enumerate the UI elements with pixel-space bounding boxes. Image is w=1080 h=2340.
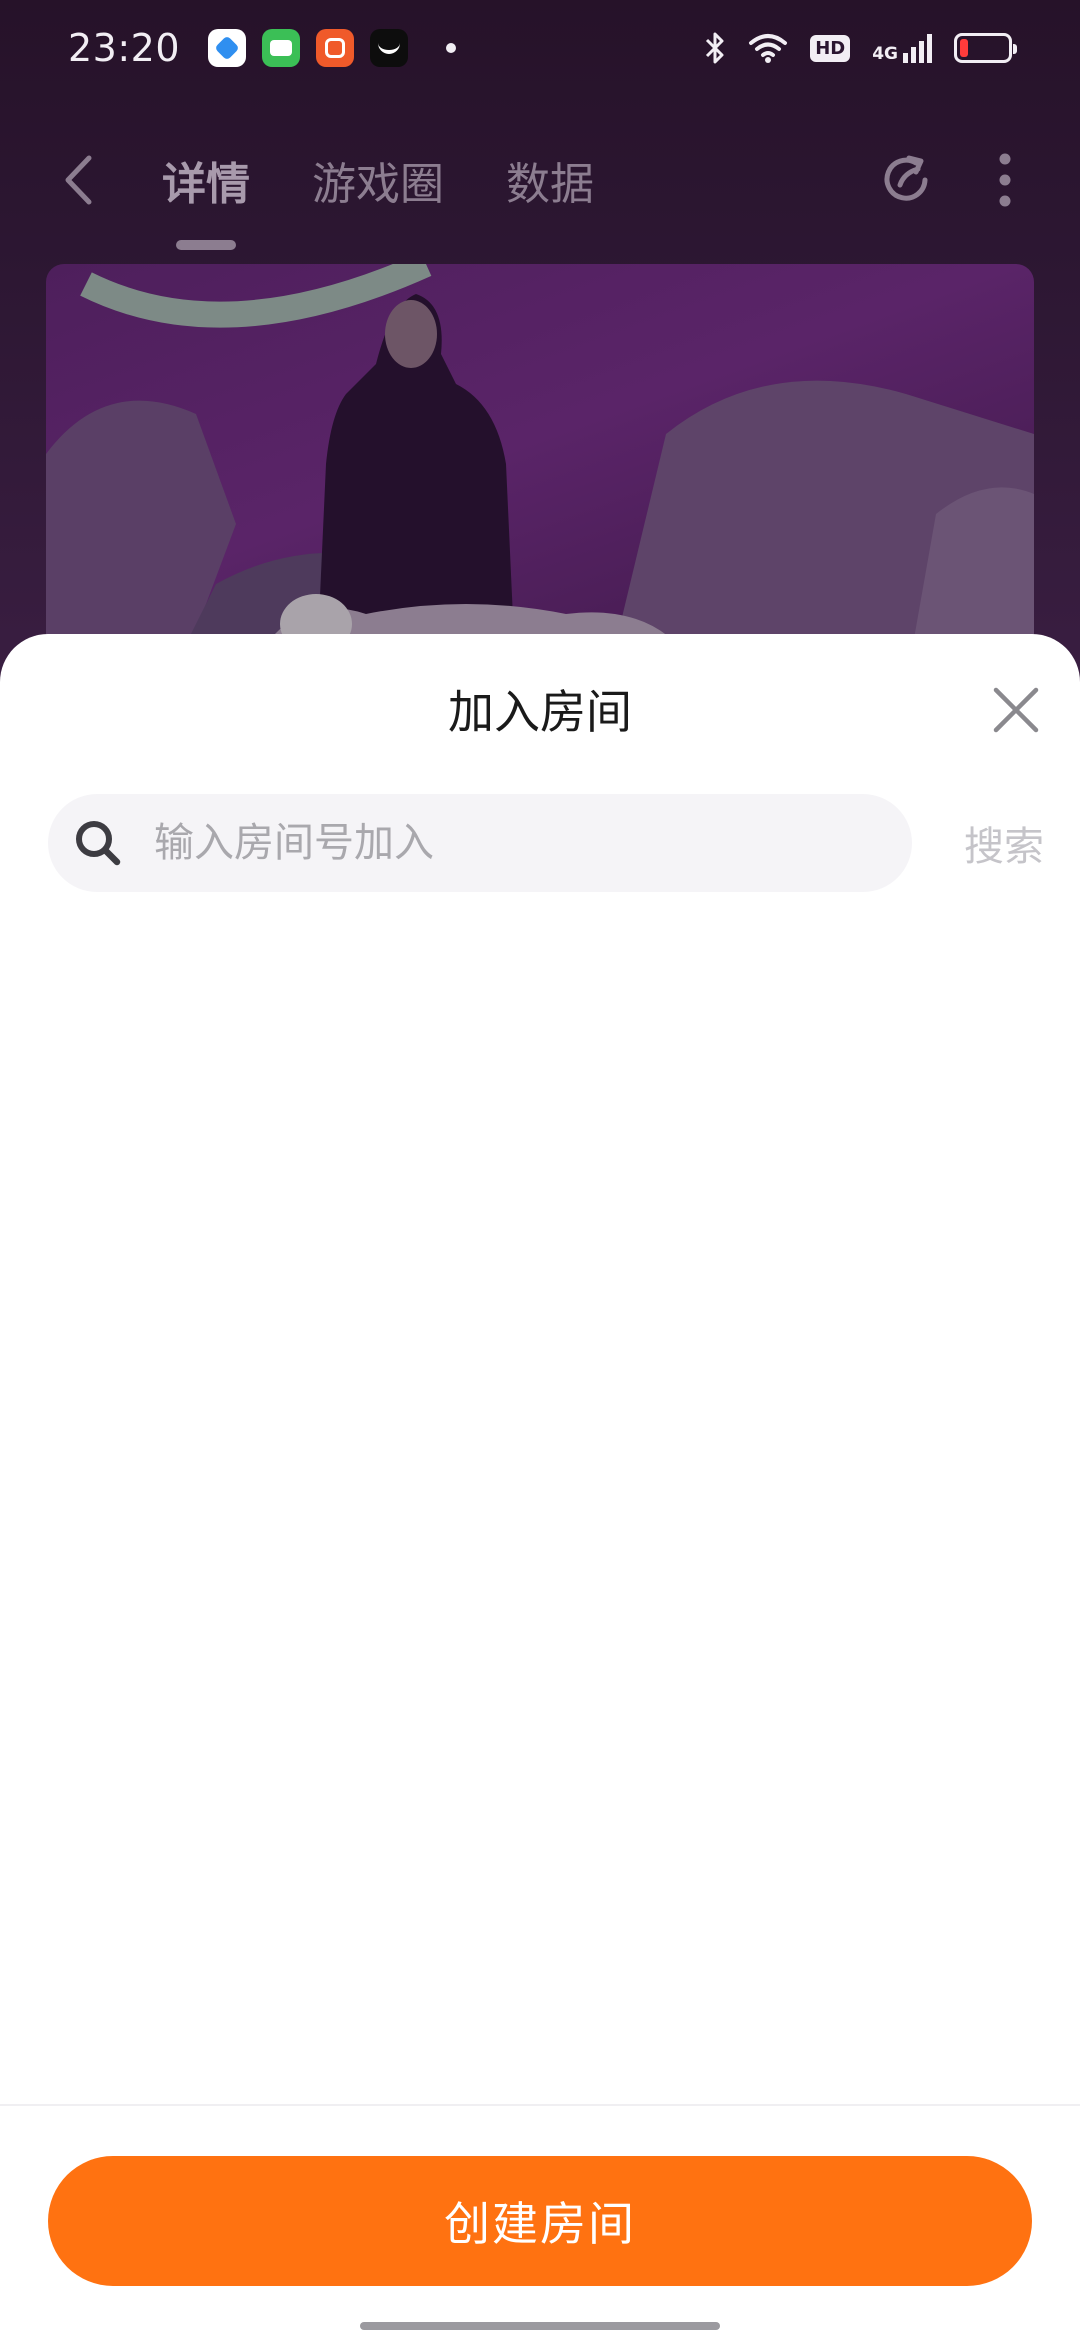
cellular-signal-icon: 4G — [872, 33, 932, 63]
nav-actions — [876, 149, 1032, 211]
browser-app-icon — [208, 29, 247, 67]
tab-details[interactable]: 详情 — [162, 140, 250, 220]
close-button[interactable] — [982, 676, 1050, 744]
more-vertical-icon[interactable] — [998, 152, 1012, 208]
footer-divider — [0, 2104, 1080, 2106]
messages-app-icon — [262, 29, 301, 67]
status-time: 23:20 — [68, 26, 181, 70]
bluetooth-icon — [706, 32, 724, 64]
battery-level — [960, 39, 969, 57]
wifi-icon — [749, 34, 788, 63]
sheet-header: 加入房间 — [0, 634, 1080, 784]
more-notifications-dot-icon — [446, 43, 457, 53]
share-refresh-icon[interactable] — [876, 149, 938, 211]
battery-icon — [954, 33, 1017, 63]
search-icon — [72, 817, 124, 869]
search-box[interactable] — [48, 794, 912, 892]
sheet-title: 加入房间 — [448, 685, 632, 739]
back-button[interactable] — [48, 150, 108, 210]
smile-app-icon — [370, 29, 409, 67]
hd-voice-badge: HD — [810, 34, 851, 62]
status-notification-icons — [208, 29, 457, 67]
create-room-button[interactable]: 创建房间 — [48, 2156, 1032, 2286]
banner-artwork — [46, 264, 1034, 684]
home-indicator[interactable] — [360, 2322, 720, 2330]
status-bar: 23:20 HD 4G — [0, 0, 1080, 96]
search-row: 搜索 — [48, 794, 1048, 892]
background-app: 23:20 HD 4G 详情 游戏圈 数据 — [0, 0, 1080, 700]
status-system-icons: HD 4G — [704, 31, 1017, 65]
tab-game-circle[interactable]: 游戏圈 — [312, 140, 444, 220]
room-number-input[interactable] — [154, 794, 912, 892]
search-button[interactable]: 搜索 — [964, 814, 1048, 872]
join-room-sheet: 加入房间 搜索 创建房间 — [0, 634, 1080, 2340]
network-type-label: 4G — [872, 44, 898, 64]
tab-data[interactable]: 数据 — [506, 140, 594, 220]
close-icon — [993, 687, 1039, 733]
back-arrow-icon — [65, 155, 92, 205]
video-app-icon — [316, 29, 355, 67]
nav-tabs: 详情 游戏圈 数据 — [162, 140, 594, 220]
game-banner-image — [46, 264, 1034, 684]
top-nav-bar: 详情 游戏圈 数据 — [0, 120, 1080, 240]
